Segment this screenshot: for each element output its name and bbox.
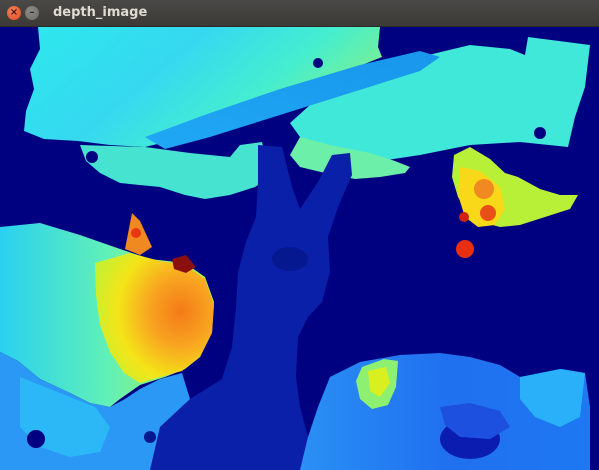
window-title: depth_image [53, 5, 148, 20]
region-hole-left [86, 151, 98, 163]
depth-image-canvas[interactable] [0, 27, 599, 470]
region-hole-right [534, 127, 546, 139]
region-hole-top [313, 58, 323, 68]
region-right-red-a [480, 205, 496, 221]
minimize-icon: – [29, 7, 35, 18]
minimize-button[interactable]: – [25, 6, 39, 20]
app-window: × – depth_image [0, 0, 599, 470]
close-icon: × [9, 7, 19, 18]
region-bottom-left-hole [27, 430, 45, 448]
region-hand-shadow [272, 247, 308, 271]
region-right-red-c [459, 212, 469, 222]
close-button[interactable]: × [7, 6, 21, 20]
region-right-orange [474, 179, 494, 199]
depth-image [0, 27, 599, 470]
region-bottom-left-hole-b [144, 431, 156, 443]
title-bar[interactable]: × – depth_image [0, 0, 599, 27]
region-right-red-b [456, 240, 474, 258]
region-left-red-dot [131, 228, 141, 238]
